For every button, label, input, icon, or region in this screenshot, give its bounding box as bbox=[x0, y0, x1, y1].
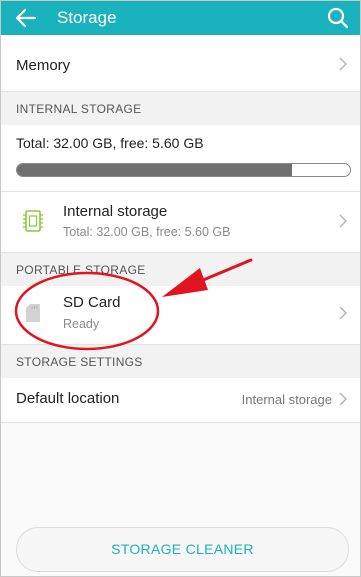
section-header-internal: INTERNAL STORAGE bbox=[1, 91, 360, 126]
app-bar: Storage bbox=[1, 1, 360, 35]
page-title: Storage bbox=[57, 8, 117, 27]
arrow-back-icon[interactable] bbox=[13, 6, 39, 30]
default-location-label: Default location bbox=[16, 390, 120, 407]
internal-storage-title: Internal storage bbox=[63, 203, 168, 220]
chip-icon bbox=[23, 210, 43, 232]
sd-card-title: SD Card bbox=[63, 294, 121, 311]
sd-card-row[interactable]: SD Card Ready bbox=[1, 286, 360, 344]
section-title-settings: STORAGE SETTINGS bbox=[16, 355, 143, 369]
default-location-value: Internal storage bbox=[241, 392, 332, 407]
storage-screen: Storage Memory INTERNAL STORAGE Total: 3… bbox=[0, 0, 361, 577]
chevron-right-icon bbox=[339, 57, 347, 71]
storage-cleaner-button[interactable]: STORAGE CLEANER bbox=[16, 527, 349, 572]
chevron-right-icon bbox=[339, 214, 347, 228]
section-header-settings: STORAGE SETTINGS bbox=[1, 344, 360, 379]
section-title-internal: INTERNAL STORAGE bbox=[16, 102, 142, 116]
internal-storage-subtitle: Total: 32.00 GB, free: 5.60 GB bbox=[63, 225, 231, 239]
chevron-right-icon bbox=[339, 306, 347, 320]
search-icon[interactable] bbox=[326, 6, 350, 30]
sd-card-status: Ready bbox=[63, 317, 100, 331]
section-title-portable: PORTABLE STORAGE bbox=[16, 263, 146, 277]
section-header-portable: PORTABLE STORAGE bbox=[1, 252, 360, 287]
sd-card-icon bbox=[26, 304, 40, 322]
storage-cleaner-label: STORAGE CLEANER bbox=[111, 541, 254, 557]
memory-row[interactable]: Memory bbox=[1, 35, 360, 91]
storage-usage-bar bbox=[16, 163, 351, 177]
storage-usage-fill bbox=[17, 164, 292, 176]
internal-total-text: Total: 32.00 GB, free: 5.60 GB bbox=[16, 135, 204, 151]
memory-label: Memory bbox=[16, 57, 71, 74]
internal-storage-row[interactable]: Internal storage Total: 32.00 GB, free: … bbox=[1, 192, 360, 252]
divider bbox=[1, 422, 360, 423]
chevron-right-icon bbox=[339, 392, 347, 406]
